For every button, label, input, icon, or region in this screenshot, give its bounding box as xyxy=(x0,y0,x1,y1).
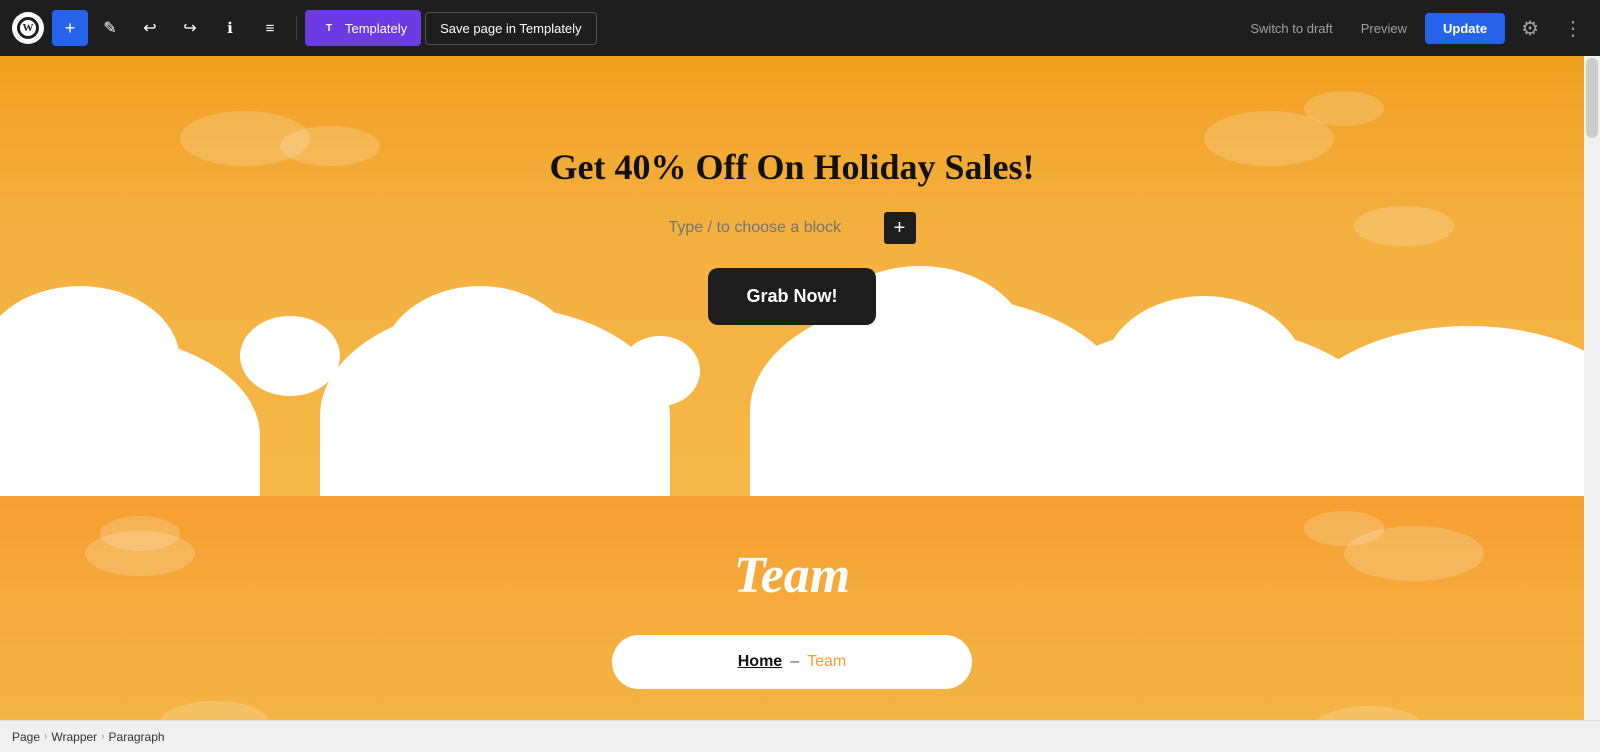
bottom-breadcrumb-bar: Page › Wrapper › Paragraph xyxy=(0,720,1600,752)
team-breadcrumb: Home – Team xyxy=(612,635,972,689)
bottom-breadcrumb-arrow1: › xyxy=(44,731,47,742)
bottom-breadcrumb-arrow2: › xyxy=(101,731,104,742)
bottom-breadcrumb-page[interactable]: Page xyxy=(12,730,40,744)
preview-button[interactable]: Preview xyxy=(1351,13,1417,44)
templately-button[interactable]: T Templately xyxy=(305,10,421,46)
breadcrumb-separator: – xyxy=(790,653,799,671)
block-type-input[interactable] xyxy=(669,215,876,241)
redo-button[interactable]: ↪ xyxy=(172,10,208,46)
edit-button[interactable]: ✎ xyxy=(92,10,128,46)
scrollbar-thumb[interactable] xyxy=(1586,58,1598,138)
add-block-inline-button[interactable]: + xyxy=(884,212,916,244)
cloud-white xyxy=(240,316,340,396)
settings-button[interactable]: ⚙ xyxy=(1513,8,1547,49)
switch-draft-button[interactable]: Switch to draft xyxy=(1240,13,1342,44)
wp-logo-icon: W xyxy=(17,17,39,39)
content-area: Get 40% Off On Holiday Sales! + Grab Now… xyxy=(0,56,1584,752)
hero-content: Get 40% Off On Holiday Sales! + Grab Now… xyxy=(0,56,1584,325)
update-button[interactable]: Update xyxy=(1425,13,1505,44)
templately-icon: T xyxy=(319,18,339,38)
team-section: Team Home – Team xyxy=(0,496,1584,752)
cloud-white xyxy=(620,336,700,406)
more-options-button[interactable]: ⋮ xyxy=(1555,8,1592,49)
toolbar: W + ✎ ↩ ↪ ℹ ≡ T Templately Save page in … xyxy=(0,0,1600,56)
scrollbar[interactable] xyxy=(1584,56,1600,752)
hero-title: Get 40% Off On Holiday Sales! xyxy=(550,146,1035,188)
list-view-button[interactable]: ≡ xyxy=(252,10,288,46)
team-content: Team Home – Team xyxy=(0,496,1584,689)
grab-now-button[interactable]: Grab Now! xyxy=(708,268,875,325)
hero-section: Get 40% Off On Holiday Sales! + Grab Now… xyxy=(0,56,1584,496)
toolbar-divider xyxy=(296,16,297,40)
bottom-breadcrumb-paragraph[interactable]: Paragraph xyxy=(109,730,165,744)
wp-logo[interactable]: W xyxy=(8,0,48,56)
breadcrumb-current: Team xyxy=(807,653,846,671)
toolbar-right: Switch to draft Preview Update ⚙ ⋮ xyxy=(1240,8,1592,49)
save-templately-button[interactable]: Save page in Templately xyxy=(425,12,596,45)
bottom-breadcrumb-wrapper[interactable]: Wrapper xyxy=(51,730,97,744)
info-button[interactable]: ℹ xyxy=(212,10,248,46)
breadcrumb-home-link[interactable]: Home xyxy=(738,653,782,671)
add-block-button[interactable]: + xyxy=(52,10,88,46)
team-title: Team xyxy=(734,546,851,605)
undo-button[interactable]: ↩ xyxy=(132,10,168,46)
cloud-white xyxy=(1294,326,1584,496)
block-input-row: + xyxy=(669,212,916,244)
